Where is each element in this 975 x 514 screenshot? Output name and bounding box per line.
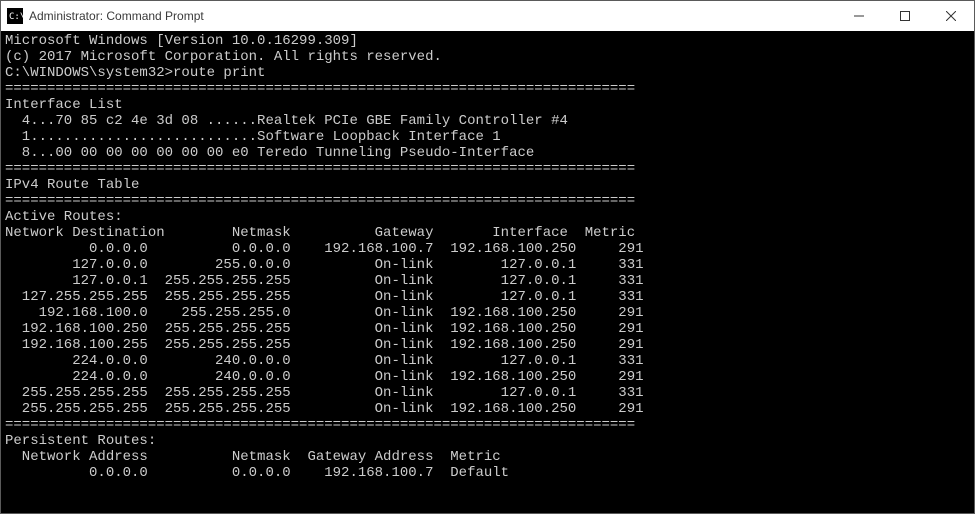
terminal-line: (c) 2017 Microsoft Corporation. All righ… — [5, 49, 970, 65]
terminal-line: 224.0.0.0 240.0.0.0 On-link 127.0.0.1 33… — [5, 353, 970, 369]
terminal-line: 1...........................Software Loo… — [5, 129, 970, 145]
cmd-icon: C:\ — [7, 8, 23, 24]
terminal-line: 4...70 85 c2 4e 3d 08 ......Realtek PCIe… — [5, 113, 970, 129]
terminal-line: 0.0.0.0 0.0.0.0 192.168.100.7 Default — [5, 465, 970, 481]
maximize-button[interactable] — [882, 1, 928, 31]
command-prompt-window: C:\ Administrator: Command Prompt Micros… — [0, 0, 975, 514]
minimize-button[interactable] — [836, 1, 882, 31]
terminal-line: 192.168.100.255 255.255.255.255 On-link … — [5, 337, 970, 353]
terminal-line: ========================================… — [5, 81, 970, 97]
terminal-line: 127.0.0.0 255.0.0.0 On-link 127.0.0.1 33… — [5, 257, 970, 273]
terminal-line: Active Routes: — [5, 209, 970, 225]
terminal-line: Interface List — [5, 97, 970, 113]
window-title: Administrator: Command Prompt — [29, 9, 204, 23]
titlebar[interactable]: C:\ Administrator: Command Prompt — [1, 1, 974, 31]
terminal-line: 127.255.255.255 255.255.255.255 On-link … — [5, 289, 970, 305]
terminal-line: 255.255.255.255 255.255.255.255 On-link … — [5, 385, 970, 401]
terminal-line: 255.255.255.255 255.255.255.255 On-link … — [5, 401, 970, 417]
svg-text:C:\: C:\ — [9, 12, 23, 22]
terminal-line: C:\WINDOWS\system32>route print — [5, 65, 970, 81]
terminal-line: 224.0.0.0 240.0.0.0 On-link 192.168.100.… — [5, 369, 970, 385]
terminal-line: IPv4 Route Table — [5, 177, 970, 193]
terminal-line: Persistent Routes: — [5, 433, 970, 449]
window-controls — [836, 1, 974, 31]
terminal-line: ========================================… — [5, 417, 970, 433]
close-button[interactable] — [928, 1, 974, 31]
terminal-output[interactable]: Microsoft Windows [Version 10.0.16299.30… — [1, 31, 974, 513]
terminal-line: 192.168.100.250 255.255.255.255 On-link … — [5, 321, 970, 337]
terminal-line: 8...00 00 00 00 00 00 00 e0 Teredo Tunne… — [5, 145, 970, 161]
terminal-line: 0.0.0.0 0.0.0.0 192.168.100.7 192.168.10… — [5, 241, 970, 257]
terminal-line: 127.0.0.1 255.255.255.255 On-link 127.0.… — [5, 273, 970, 289]
terminal-line: Network Destination Netmask Gateway Inte… — [5, 225, 970, 241]
terminal-line: ========================================… — [5, 161, 970, 177]
terminal-line: Microsoft Windows [Version 10.0.16299.30… — [5, 33, 970, 49]
terminal-line: ========================================… — [5, 193, 970, 209]
terminal-line: 192.168.100.0 255.255.255.0 On-link 192.… — [5, 305, 970, 321]
terminal-line: Network Address Netmask Gateway Address … — [5, 449, 970, 465]
